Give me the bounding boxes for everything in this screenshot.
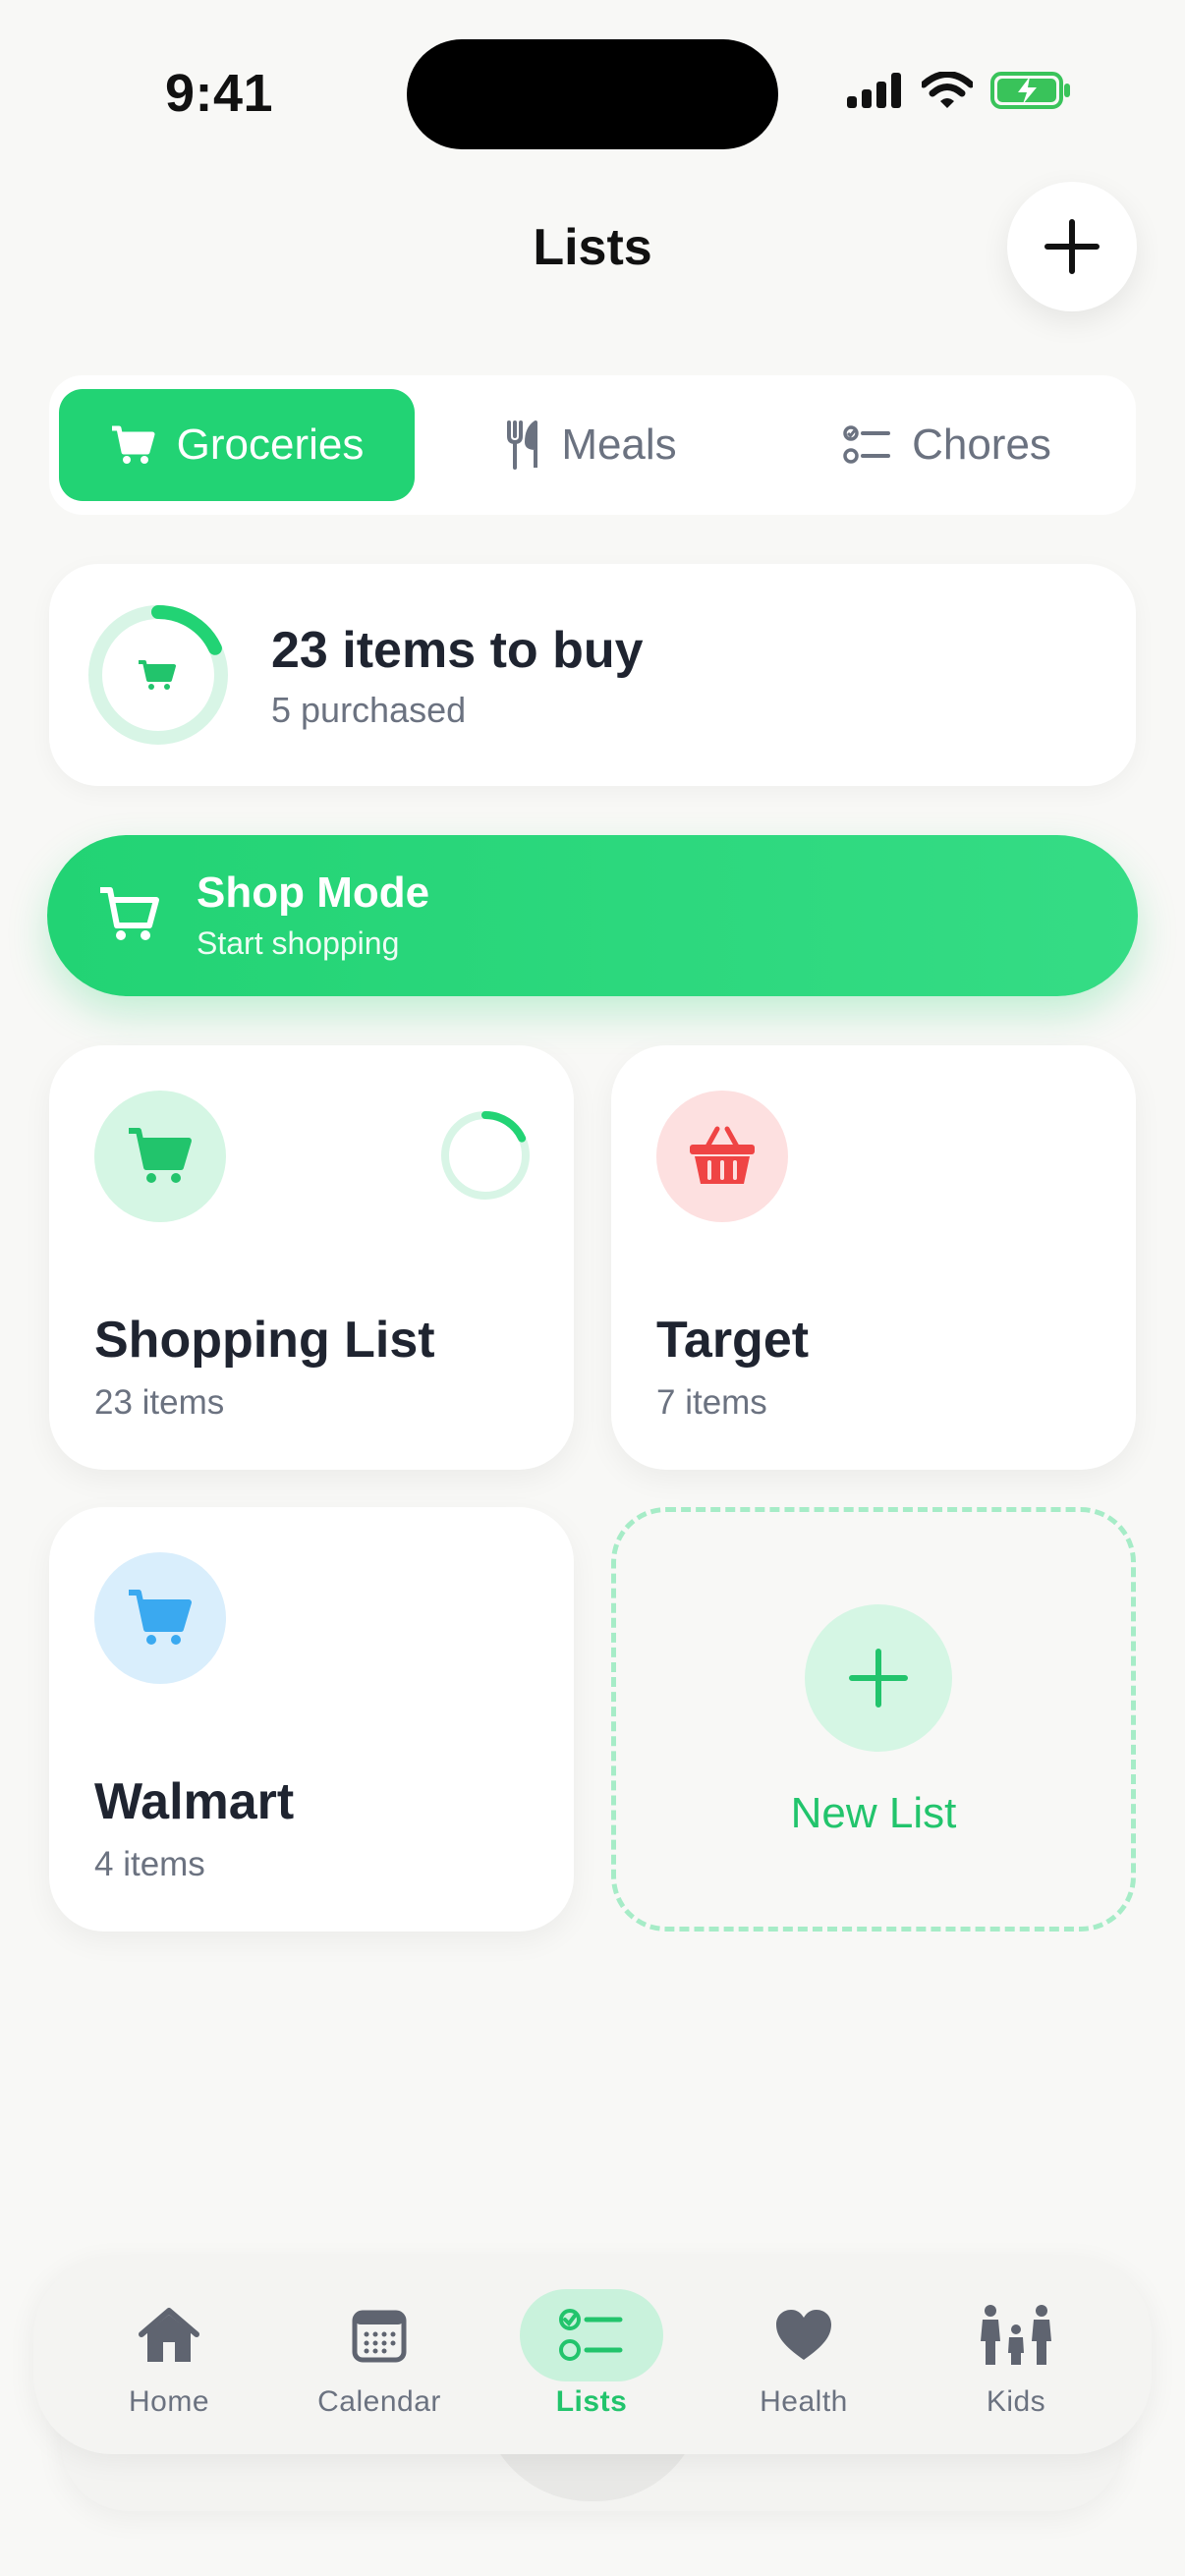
list-title: Target xyxy=(656,1312,810,1369)
plus-icon xyxy=(849,1649,908,1708)
tab-meals[interactable]: Meals xyxy=(415,389,768,501)
bottom-tab-bar: Home Calendar Lists Health Kids xyxy=(33,2258,1152,2454)
nav-lists[interactable]: Lists xyxy=(503,2289,680,2419)
progress-ring xyxy=(441,1111,530,1200)
nav-label: Kids xyxy=(986,2385,1046,2418)
new-list-icon-circle xyxy=(805,1604,952,1752)
tab-label: Groceries xyxy=(176,420,365,469)
purchased-count: 5 purchased xyxy=(271,690,467,730)
checklist-icon xyxy=(559,2309,623,2361)
basket-icon xyxy=(690,1126,755,1184)
tab-chores[interactable]: Chores xyxy=(768,389,1126,501)
nav-kids[interactable]: Kids xyxy=(928,2297,1104,2419)
nav-health[interactable]: Health xyxy=(715,2297,892,2419)
home-icon xyxy=(139,2308,199,2362)
signal-icon xyxy=(847,73,901,108)
cart-icon xyxy=(129,1590,192,1645)
new-list-label: New List xyxy=(790,1789,957,1837)
family-icon xyxy=(981,2305,1051,2365)
list-icon-circle xyxy=(94,1091,226,1222)
calendar-icon xyxy=(352,2310,407,2363)
tab-label: Chores xyxy=(912,420,1051,469)
list-card-target[interactable]: Target 7 items xyxy=(611,1045,1136,1470)
list-card-shopping-list[interactable]: Shopping List 23 items xyxy=(49,1045,574,1470)
category-tabs: Groceries Meals Chores xyxy=(49,375,1136,515)
nav-calendar[interactable]: Calendar xyxy=(291,2297,468,2419)
cart-icon xyxy=(139,660,176,690)
cart-icon xyxy=(129,1128,192,1183)
add-button[interactable] xyxy=(1007,182,1137,311)
items-to-buy: 23 items to buy xyxy=(271,622,644,679)
tab-label: Meals xyxy=(561,420,677,469)
list-count: 23 items xyxy=(94,1383,225,1422)
progress-ring xyxy=(88,605,228,745)
shop-mode-button[interactable]: Shop Mode Start shopping xyxy=(47,835,1138,996)
tab-groceries[interactable]: Groceries xyxy=(59,389,415,501)
utensils-icon xyxy=(507,420,538,470)
plus-icon xyxy=(1044,219,1100,274)
cart-icon xyxy=(111,425,155,464)
status-icons xyxy=(847,71,1073,110)
summary-card: 23 items to buy 5 purchased xyxy=(49,564,1136,786)
cart-icon xyxy=(100,887,159,940)
list-card-walmart[interactable]: Walmart 4 items xyxy=(49,1507,574,1932)
list-count: 4 items xyxy=(94,1845,205,1883)
list-count: 7 items xyxy=(656,1383,767,1422)
nav-home[interactable]: Home xyxy=(81,2297,257,2419)
heart-icon xyxy=(776,2310,831,2360)
battery-charging-icon xyxy=(990,72,1070,109)
nav-label: Home xyxy=(128,2385,210,2418)
status-time: 9:41 xyxy=(165,64,274,123)
shop-mode-subtitle: Start shopping xyxy=(197,925,400,961)
nav-label: Health xyxy=(760,2385,848,2418)
list-title: Walmart xyxy=(94,1773,295,1830)
checklist-icon xyxy=(843,425,891,464)
list-icon-circle xyxy=(94,1552,226,1684)
list-title: Shopping List xyxy=(94,1312,435,1369)
shop-mode-title: Shop Mode xyxy=(197,868,430,917)
list-icon-circle xyxy=(656,1091,788,1222)
nav-label: Calendar xyxy=(317,2385,441,2418)
new-list-button[interactable]: New List xyxy=(611,1507,1136,1932)
wifi-icon xyxy=(922,72,973,108)
dynamic-island xyxy=(407,39,778,149)
nav-label: Lists xyxy=(555,2385,628,2418)
